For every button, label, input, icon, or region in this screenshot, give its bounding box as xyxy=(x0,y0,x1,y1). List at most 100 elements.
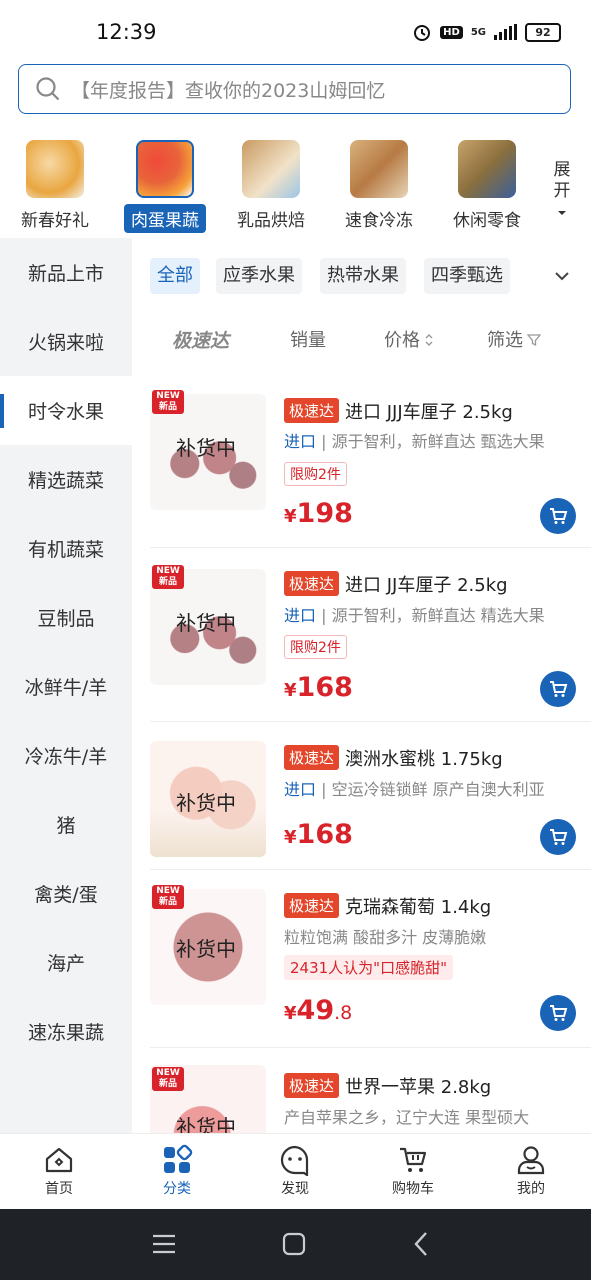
sidebar-item[interactable]: 有机蔬菜 xyxy=(0,514,132,583)
sidebar-item[interactable]: 速冻果蔬 xyxy=(0,997,132,1066)
product-name: 澳洲水蜜桃 1.75kg xyxy=(345,749,503,770)
new-badge: NEW 新品 xyxy=(152,565,184,589)
filter-tag[interactable]: 热带水果 xyxy=(320,258,406,294)
product-price: ¥168 xyxy=(284,819,353,850)
sidebar-item[interactable]: 精选蔬菜 xyxy=(0,445,132,514)
back-icon[interactable] xyxy=(413,1231,429,1257)
filter-tag-active[interactable]: 全部 xyxy=(150,258,200,294)
sidebar-item[interactable]: 禽类/蛋 xyxy=(0,859,132,928)
sort-price[interactable]: 价格 xyxy=(384,326,435,352)
sidebar-item[interactable]: 新品上市 xyxy=(0,238,132,307)
category-image xyxy=(136,140,194,198)
sidebar-item[interactable]: 火锅来啦 xyxy=(0,307,132,376)
nav-label: 购物车 xyxy=(392,1181,434,1197)
product-name: 进口 JJJ车厘子 2.5kg xyxy=(345,402,513,423)
new-badge: NEW 新品 xyxy=(152,1067,184,1091)
price-integer: 49 xyxy=(296,995,335,1026)
category-item[interactable]: 休闲零食 xyxy=(432,136,542,233)
nav-profile[interactable]: 我的 xyxy=(491,1144,571,1198)
sort-sales[interactable]: 销量 xyxy=(290,326,326,352)
product-card[interactable]: 补货中 NEW 新品 极速达 进口 JJ车厘子 2.5kg 进口 | 源于智利，新… xyxy=(150,547,591,722)
product-title: 极速达 澳洲水蜜桃 1.75kg xyxy=(284,745,503,771)
currency: ¥ xyxy=(284,827,297,848)
filter-tag[interactable]: 应季水果 xyxy=(216,258,302,294)
battery-icon: 92 xyxy=(525,22,561,42)
nav-discover[interactable]: 发现 xyxy=(255,1144,335,1198)
restock-label: 补货中 xyxy=(176,436,236,460)
new-badge: NEW 新品 xyxy=(152,390,184,414)
product-price: ¥198 xyxy=(284,498,353,529)
product-title: 极速达 世界一苹果 2.8kg xyxy=(284,1073,491,1099)
cart-icon xyxy=(550,829,568,845)
status-bar: 12:39 HD 5G 92 xyxy=(0,0,591,62)
category-label: 新春好礼 xyxy=(21,211,89,231)
product-card[interactable]: 补货中 NEW 新品 极速达 进口 JJJ车厘子 2.5kg 进口 | 源于智利，… xyxy=(150,372,591,548)
restock-label: 补货中 xyxy=(176,791,236,815)
expand-label: 展 xyxy=(553,160,571,180)
cart-icon xyxy=(400,1147,427,1172)
chevron-down-icon[interactable] xyxy=(554,270,570,282)
purchase-limit-badge: 限购2件 xyxy=(284,635,347,659)
fast-delivery-tag: 极速达 xyxy=(284,893,340,918)
nav-label: 我的 xyxy=(517,1181,545,1197)
product-desc: 产自苹果之乡，辽宁大连 果型硕大 xyxy=(284,1104,584,1128)
sort-filter[interactable]: 筛选 xyxy=(487,326,542,352)
sidebar-item[interactable]: 冰鲜牛/羊 xyxy=(0,652,132,721)
category-image xyxy=(350,140,408,198)
fast-delivery-tag: 极速达 xyxy=(284,398,340,423)
currency: ¥ xyxy=(284,680,297,701)
add-to-cart-button[interactable] xyxy=(540,995,576,1031)
search-bar[interactable]: 【年度报告】查收你的2023山姆回忆 xyxy=(18,64,571,114)
desc-text: 产自苹果之乡，辽宁大连 果型硕大 xyxy=(284,1108,530,1127)
category-label: 肉蛋果蔬 xyxy=(124,204,206,233)
nav-cart[interactable]: 购物车 xyxy=(373,1144,453,1198)
add-to-cart-button[interactable] xyxy=(540,819,576,855)
home-square-icon[interactable] xyxy=(282,1232,306,1256)
category-item[interactable]: 速食冷冻 xyxy=(324,136,434,233)
add-to-cart-button[interactable] xyxy=(540,498,576,534)
desc-text: 源于智利，新鲜直达 精选大果 xyxy=(331,606,545,625)
sidebar-item-active[interactable]: 时令水果 xyxy=(0,376,132,445)
product-card[interactable]: 补货中 NEW 新品 极速达 世界一苹果 2.8kg 产自苹果之乡，辽宁大连 果型… xyxy=(150,1047,591,1133)
category-item[interactable]: 新春好礼 xyxy=(0,136,110,233)
sort-fast-delivery[interactable]: 极速达 xyxy=(172,326,229,353)
product-title: 极速达 进口 JJJ车厘子 2.5kg xyxy=(284,398,513,424)
menu-icon[interactable] xyxy=(152,1233,176,1255)
nav-home[interactable]: 首页 xyxy=(19,1144,99,1198)
product-name: 世界一苹果 2.8kg xyxy=(345,1077,492,1098)
desc-text: 空运冷链锁鲜 原产自澳大利亚 xyxy=(331,780,545,799)
expand-button[interactable]: 展 开 xyxy=(552,160,572,223)
nav-label: 分类 xyxy=(163,1181,191,1197)
sidebar-item[interactable]: 冷冻牛/羊 xyxy=(0,721,132,790)
category-row: 新春好礼 肉蛋果蔬 乳品烘焙 速食冷冻 休闲零食 xyxy=(0,136,591,236)
product-desc: 进口 | 源于智利，新鲜直达 精选大果 xyxy=(284,606,545,625)
category-image xyxy=(458,140,516,198)
cart-icon xyxy=(550,508,568,524)
fast-delivery-tag: 极速达 xyxy=(284,745,340,770)
nav-category[interactable]: 分类 xyxy=(137,1144,217,1198)
sidebar-item[interactable]: 海产 xyxy=(0,928,132,997)
product-desc: 进口 | 空运冷链锁鲜 原产自澳大利亚 xyxy=(284,780,545,799)
product-card[interactable]: 补货中 极速达 澳洲水蜜桃 1.75kg 进口 | 空运冷链锁鲜 原产自澳大利亚 … xyxy=(150,721,591,870)
filter-tag[interactable]: 四季甄选 xyxy=(424,258,510,294)
currency: ¥ xyxy=(284,1003,297,1024)
desc-highlight: 进口 xyxy=(284,780,317,799)
discover-icon xyxy=(280,1145,309,1176)
price-integer: 168 xyxy=(296,672,353,703)
product-area: 全部 应季水果 热带水果 四季甄选 极速达 销量 价格 筛选 补货中 NEW 新… xyxy=(132,238,591,1133)
sidebar-item[interactable]: 豆制品 xyxy=(0,583,132,652)
product-card[interactable]: 补货中 NEW 新品 极速达 克瑞森葡萄 1.4kg 粒粒饱满 酸甜多汁 皮薄脆嫩… xyxy=(150,869,591,1048)
category-item[interactable]: 乳品烘焙 xyxy=(216,136,326,233)
search-placeholder: 【年度报告】查收你的2023山姆回忆 xyxy=(71,79,386,102)
purchase-limit-badge: 限购2件 xyxy=(284,462,347,486)
add-to-cart-button[interactable] xyxy=(540,671,576,707)
battery-level: 92 xyxy=(535,25,551,39)
cart-icon xyxy=(550,681,568,697)
review-highlight-badge: 2431人认为"口感脆甜" xyxy=(284,955,453,980)
product-name: 克瑞森葡萄 1.4kg xyxy=(345,897,492,918)
desc-highlight: 进口 xyxy=(284,432,317,451)
chevron-down-icon xyxy=(558,211,566,215)
category-item-active[interactable]: 肉蛋果蔬 xyxy=(110,136,220,233)
fast-delivery-tag: 极速达 xyxy=(284,1073,340,1098)
sidebar-item[interactable]: 猪 xyxy=(0,790,132,859)
